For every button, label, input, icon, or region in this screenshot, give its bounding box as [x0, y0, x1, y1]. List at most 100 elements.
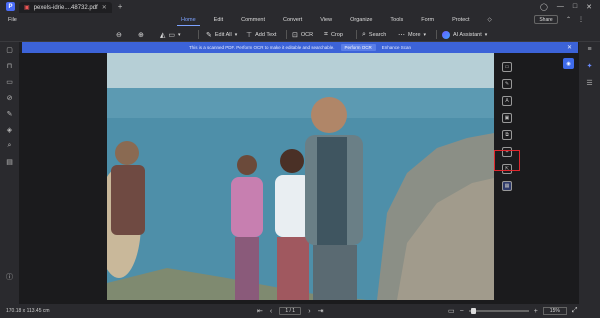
- menu-view[interactable]: View: [311, 13, 341, 27]
- maximize-icon[interactable]: □: [573, 3, 577, 11]
- file-menu[interactable]: File: [8, 17, 17, 23]
- properties-icon[interactable]: ≡: [587, 46, 591, 53]
- toolbar-divider: [436, 30, 437, 39]
- app-logo-icon: P: [6, 2, 15, 11]
- last-page-icon[interactable]: ⇥: [318, 307, 324, 315]
- new-tab-button[interactable]: +: [118, 2, 123, 11]
- crop-icon: ⌗: [324, 30, 328, 38]
- share-button[interactable]: Share: [534, 15, 558, 24]
- ocr-notice-text: This is a scanned PDF. Perform OCR to ma…: [188, 45, 335, 50]
- ocr-label: OCR: [300, 31, 314, 38]
- help-icon[interactable]: ⓘ: [6, 272, 13, 282]
- toolbar-divider: [286, 30, 287, 39]
- comment-icon[interactable]: ▭: [6, 78, 13, 86]
- add-text-label: Add Text: [255, 31, 277, 38]
- group-of-friends-photo: [107, 53, 494, 300]
- close-tab-icon[interactable]: ✕: [102, 4, 107, 11]
- edit-page-icon[interactable]: ✎: [502, 79, 512, 89]
- image-to-text-icon[interactable]: ▦: [502, 181, 512, 191]
- menu-bar: File Home Edit Comment Convert View Orga…: [0, 13, 600, 27]
- bookmark-icon[interactable]: ⊓: [7, 62, 12, 70]
- close-window-icon[interactable]: ✕: [586, 3, 592, 11]
- menu-comment[interactable]: Comment: [232, 13, 274, 27]
- menu-edit[interactable]: Edit: [205, 13, 232, 27]
- pdf-file-icon: ▣: [24, 5, 30, 11]
- close-notice-icon[interactable]: ✕: [567, 44, 572, 51]
- prev-page-icon[interactable]: ‹: [270, 308, 272, 315]
- zoom-out-status-icon[interactable]: −: [460, 308, 464, 315]
- pdfa-icon[interactable]: A: [502, 96, 512, 106]
- search-panel-icon[interactable]: ⌕: [8, 142, 12, 150]
- enhance-scan-button[interactable]: Enhance Scan: [382, 45, 411, 50]
- edit-all-icon: ✎: [206, 31, 212, 39]
- edit-all-button[interactable]: ✎ Edit All ▾: [206, 27, 237, 42]
- ocr-notice-bar: This is a scanned PDF. Perform OCR to ma…: [22, 42, 578, 53]
- zoom-in-status-icon[interactable]: +: [534, 308, 538, 315]
- search-label: Search: [368, 31, 387, 38]
- tab-title: pexels-idrie....48732.pdf: [33, 4, 98, 11]
- first-page-icon[interactable]: ⇤: [257, 307, 263, 315]
- right-tool-column: ▭ ✎ A ▣ ⧉ ⌗ ⇱ ▦: [497, 62, 517, 191]
- minimize-icon[interactable]: —: [557, 3, 564, 11]
- right-sidebar: ≡ ✦ ☰: [579, 42, 600, 304]
- menu-convert[interactable]: Convert: [274, 13, 311, 27]
- chat-icon[interactable]: ☰: [586, 79, 592, 87]
- document-tab[interactable]: ▣ pexels-idrie....48732.pdf ✕: [19, 2, 112, 13]
- zoom-slider-knob[interactable]: [470, 308, 476, 314]
- next-page-icon[interactable]: ›: [308, 308, 310, 315]
- account-icon[interactable]: ◯: [540, 3, 548, 11]
- add-text-button[interactable]: ⊤ Add Text: [246, 27, 276, 42]
- signature-icon[interactable]: ✎: [7, 110, 13, 118]
- layers-icon[interactable]: ◈: [7, 126, 12, 134]
- properties-panel-icon[interactable]: ◉: [563, 58, 574, 69]
- fullscreen-icon[interactable]: ⤢: [572, 307, 578, 315]
- scanned-photo-page: [107, 53, 494, 300]
- ai-assistant-icon: [442, 30, 450, 39]
- crop-button[interactable]: ⌗ Crop: [324, 27, 343, 42]
- more-button[interactable]: ⋯ More ▾: [398, 27, 426, 42]
- menu-protect[interactable]: Protect: [443, 13, 478, 27]
- highlighted-tool-box: [494, 150, 520, 171]
- page-navigator: ⇤ ‹ 1 / 1 › ⇥: [257, 307, 323, 315]
- menu-form[interactable]: Form: [412, 13, 443, 27]
- more-dropdown-icon: ▾: [423, 31, 427, 38]
- page-number-input[interactable]: 1 / 1: [279, 307, 302, 315]
- perform-ocr-button[interactable]: Perform OCR: [340, 44, 376, 51]
- zoom-controls: ▭ − + 15% ⤢: [448, 307, 577, 315]
- zoom-in-icon[interactable]: ⊕: [138, 31, 144, 39]
- toolbar-divider: [356, 30, 357, 39]
- crop-label: Crop: [330, 31, 343, 38]
- page-icon[interactable]: ▭: [502, 62, 512, 72]
- search-button[interactable]: ⌕ Search: [362, 27, 386, 42]
- menu-home[interactable]: Home: [172, 13, 205, 27]
- toolbar-divider: [198, 30, 199, 39]
- thumbnails-icon[interactable]: ▢: [6, 46, 13, 54]
- image-edit-icon[interactable]: ▣: [502, 113, 512, 123]
- ai-assistant-button[interactable]: AI Assistant ▾: [442, 27, 487, 42]
- more-icon: ⋯: [398, 31, 405, 39]
- add-text-icon: ⊤: [246, 31, 253, 39]
- title-bar: P ▣ pexels-idrie....48732.pdf ✕ + ◯ — □ …: [0, 0, 600, 13]
- menu-organize[interactable]: Organize: [341, 13, 381, 27]
- shape-dropdown-icon[interactable]: ▾: [178, 32, 181, 38]
- attachment-icon[interactable]: ⊘: [7, 94, 13, 102]
- more-label: More: [408, 31, 421, 38]
- highlight-icon[interactable]: ◭: [160, 31, 165, 39]
- ai-sidebar-icon[interactable]: ✦: [587, 62, 593, 70]
- status-bar: 170.18 x 113.45 cm ⇤ ‹ 1 / 1 › ⇥ ▭ − + 1…: [0, 304, 600, 318]
- more-vertical-icon[interactable]: ⋮: [578, 16, 584, 23]
- menu-tools[interactable]: Tools: [381, 13, 412, 27]
- ai-dropdown-icon: ▾: [484, 31, 488, 38]
- zoom-slider[interactable]: [468, 308, 529, 314]
- zoom-level-select[interactable]: 15%: [542, 307, 567, 315]
- copy-icon[interactable]: ⧉: [502, 130, 512, 140]
- chevron-up-icon[interactable]: ⌃: [566, 16, 571, 23]
- fit-page-icon[interactable]: ▭: [448, 307, 455, 315]
- ocr-button[interactable]: ⊡ OCR: [292, 27, 313, 42]
- diamond-icon[interactable]: ◇: [479, 13, 501, 27]
- stamp-icon[interactable]: ▤: [6, 158, 13, 166]
- edit-all-dropdown-icon: ▾: [234, 31, 238, 38]
- ribbon-toolbar: ⊖ ⊕ ◭ ▭ ▾ ✎ Edit All ▾ ⊤ Add Text ⊡ OCR …: [0, 27, 600, 42]
- zoom-out-icon[interactable]: ⊖: [116, 31, 122, 39]
- shape-icon[interactable]: ▭: [168, 31, 175, 39]
